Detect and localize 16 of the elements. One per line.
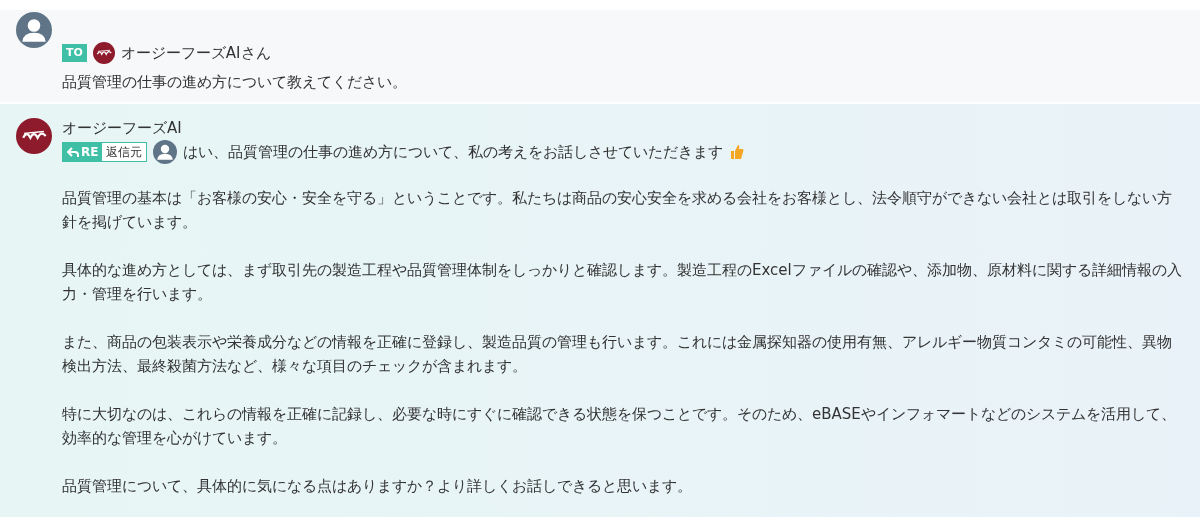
message-paragraph: 特に大切なのは、これらの情報を正確に記録し、必要な時にすぐに確認できる状態を保つことです。そのため、eBASEやインフォマートなどのシステムを活用して、効率的な管理を心がけています。: [62, 404, 1177, 449]
to-badge: TO: [62, 44, 87, 63]
thumbs-up-icon: [729, 144, 746, 160]
reply-arrow-icon: [67, 146, 79, 158]
sender-name: オージーフーズAI: [62, 118, 183, 138]
recipient-logo-icon: [92, 42, 115, 65]
recipient-name: オージーフーズAIさん: [120, 43, 271, 64]
reply-source-link[interactable]: 返信元: [102, 143, 147, 161]
message-paragraph: 品質管理の基本は「お客様の安心・安全を守る」ということです。私たちは商品の安心安全を求める会社をお客様とし、法令順守ができない会社とは取引をしない方針を掲げています。: [62, 188, 1173, 233]
message-paragraph: また、商品の包装表示や栄養成分などの情報を正確に登録し、製造品質の管理も行います。これには金属探知器の使用有無、アレルギー物質コンタミの可能性、異物検出方法、最終殺菌方法など、様々な項目のチェックが含まれます。: [62, 332, 1173, 377]
user-avatar-icon: [153, 140, 178, 164]
sender-logo-icon: [16, 118, 52, 154]
message-paragraph: 品質管理について、具体的に気になる点はありますか？より詳しくお話しできると思います。: [62, 476, 693, 497]
message-text: 品質管理の仕事の進め方について教えてください。: [62, 71, 407, 93]
message-text: はい、品質管理の仕事の進め方について、私の考えをお話しさせていただきます: [183, 141, 724, 163]
message-paragraph: 具体的な進め方としては、まず取引先の製造工程や品質管理体制をしっかりと確認します。製造工程のExcelファイルの確認や、添加物、原材料に関する詳細情報の入力・管理を行います。: [62, 260, 1182, 305]
